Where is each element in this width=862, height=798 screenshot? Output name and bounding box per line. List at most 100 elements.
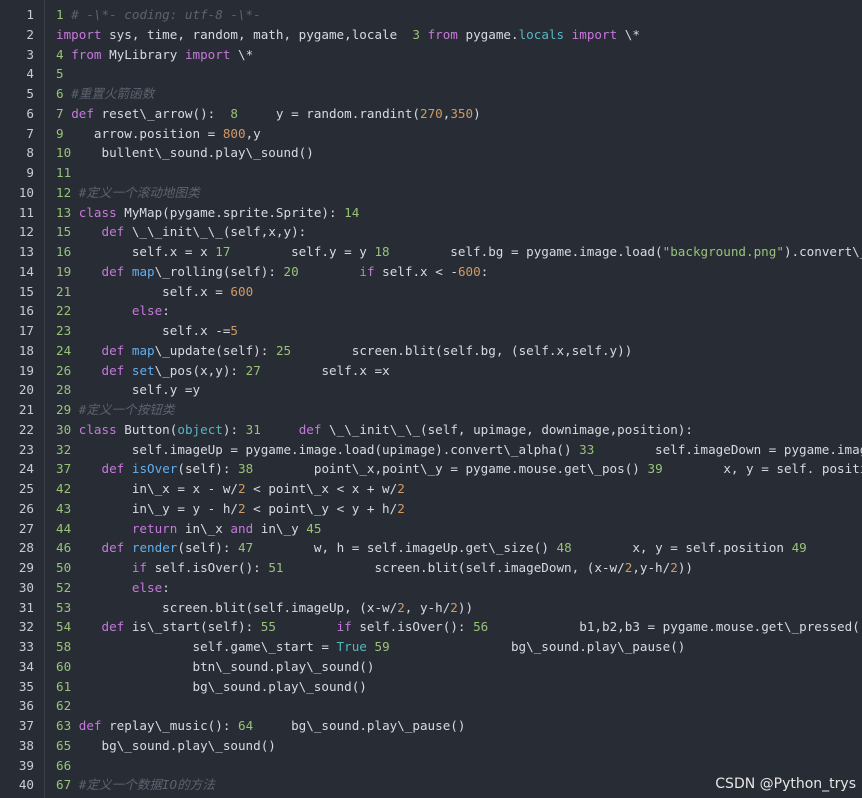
code-line[interactable]: 67 #定义一个数据IO的方法 [56,775,215,795]
code-line[interactable]: 50 if self.isOver(): 51 screen.blit(self… [56,558,693,578]
code-line[interactable]: 1 # -\*- coding: utf-8 -\*- [56,5,261,25]
code-token: map [131,342,155,358]
code-line[interactable]: 44 return in\_x and in\_y 45 [56,519,321,539]
code-token: 64 [238,718,254,733]
code-line[interactable]: import sys, time, random, math, pygame,l… [56,25,640,45]
code-line[interactable]: 42 in\_x = x - w/2 < point\_x < x + w/2 [56,479,405,499]
code-line[interactable]: 65 bg\_sound.play\_sound() [56,736,276,756]
code-editor[interactable]: 1 2 3 4 5 6 7 8 9 10 11 12 13 14 15 16 17 18 19 20 21 22 23 24 2… [0,0,862,798]
code-token: self.isOver(): [351,619,474,635]
code-token: : [480,263,489,279]
code-token: class [78,421,117,437]
code-token: import [56,26,102,42]
code-token: replay\_music(): [101,718,238,733]
code-token: bg\_sound.play\_sound() [71,737,276,753]
code-token: 16 [56,244,72,259]
code-token: 5 [230,323,238,338]
line-number: 11 [18,204,34,220]
code-line[interactable]: 53 screen.blit(self.imageUp, (x-w/2, y-h… [56,598,473,618]
code-token: 48 [556,540,572,556]
code-line[interactable]: 11 [56,163,71,183]
code-line[interactable]: 10 bullent\_sound.play\_sound() [56,143,314,163]
code-line[interactable]: 63 def replay\_music(): 64 bg\_sound.pla… [56,716,465,736]
code-token: \_rolling(self): [154,263,284,279]
code-line[interactable]: 29 #定义一个按钮类 [56,400,175,420]
code-token: 63 [56,718,72,733]
code-line[interactable]: 7 def reset\_arrow(): 8 y = random.randi… [56,104,481,124]
code-line[interactable]: 26 def set\_pos(x,y): 27 self.x =x [56,361,390,381]
code-token: isOver [131,461,178,477]
code-token: ): [222,421,246,437]
code-line[interactable]: 61 bg\_sound.play\_sound() [56,677,367,697]
code-token: else [131,303,163,319]
code-token: reset\_arrow(): [93,105,231,121]
code-line[interactable]: 37 def isOver(self): 38 point\_x,point\_… [56,459,862,479]
code-token: 66 [56,757,72,773]
code-line[interactable]: 28 self.y =y [56,380,200,400]
code-line[interactable]: 43 in\_y = y - h/2 < point\_y < y + h/2 [56,499,405,519]
code-token: bg\_sound.play\_pause() [253,718,466,733]
code-line[interactable]: 21 self.x = 600 [56,282,253,302]
code-token: 15 [56,224,72,240]
code-token: 600 [230,283,254,299]
line-number: 29 [18,560,34,575]
code-line[interactable]: 54 def is\_start(self): 55 if self.isOve… [56,617,862,637]
code-token: set [131,362,155,378]
code-line[interactable]: 62 [56,696,71,716]
code-line[interactable]: 66 [56,756,71,776]
code-token: self.imageUp = pygame.image.load(upimage… [71,441,580,457]
code-line[interactable]: 16 self.x = x 17 self.y = y 18 self.bg =… [56,242,862,262]
code-line[interactable]: 24 def map\_update(self): 25 screen.blit… [56,341,632,361]
code-line[interactable]: 58 self.game\_start = True 59 bg\_sound.… [56,637,685,657]
code-token: in\_y [253,520,307,536]
code-line[interactable]: 9 arrow.position = 800,y [56,124,261,144]
code-token: ,y-h/ [632,560,671,575]
code-token: btn\_sound.play\_sound() [71,658,375,674]
code-line[interactable]: 12 #定义一个滚动地图类 [56,183,200,203]
line-number: 24 [18,461,34,477]
code-line[interactable]: 30 class Button(object): 31 def \_\_init… [56,420,693,440]
line-number: 40 [18,777,34,793]
code-token: 62 [56,698,72,714]
code-token: self.game\_start = [71,639,337,654]
code-area[interactable]: 1 # -\*- coding: utf-8 -\*- import sys, t… [56,0,862,798]
code-token: 19 [56,263,72,279]
line-number: 22 [18,421,34,437]
code-token: return [131,520,178,536]
code-line[interactable]: 32 self.imageUp = pygame.image.load(upim… [56,440,862,460]
line-number: 14 [18,263,34,279]
code-token: 10 [56,145,72,161]
line-number: 26 [18,500,34,516]
code-token: bullent\_sound.play\_sound() [71,145,314,161]
code-line[interactable]: 4 from MyLibrary import \* [56,45,253,65]
code-line[interactable]: 60 btn\_sound.play\_sound() [56,657,374,677]
code-line[interactable]: 22 else: [56,301,170,321]
code-token: 47 [238,540,254,556]
code-token: 54 [56,619,72,635]
code-line[interactable]: 5 [56,64,64,84]
gutter-separator [44,0,45,798]
code-line[interactable]: 46 def render(self): 47 w, h = self.imag… [56,538,807,558]
line-number: 38 [18,737,34,753]
code-token: if [336,619,352,635]
code-token: 45 [306,520,322,536]
code-line[interactable]: 6 #重置火箭函数 [56,84,154,104]
code-token: \_\_init\_\_(self, upimage, downimage,po… [321,421,693,437]
code-token: (self): [177,461,239,477]
line-number: 1 [26,7,34,22]
line-number: 4 [26,66,34,82]
code-token: def [101,619,125,635]
code-line[interactable]: 13 class MyMap(pygame.sprite.Sprite): 14 [56,203,359,223]
code-line[interactable]: 52 else: [56,578,170,598]
code-token: \* [230,46,254,62]
code-token: 59 [374,639,390,654]
code-line[interactable]: 15 def \_\_init\_\_(self,x,y): [56,222,306,242]
code-token: class [78,204,117,220]
code-line[interactable]: 23 self.x -=5 [56,321,238,341]
code-line[interactable]: 19 def map\_rolling(self): 20 if self.x … [56,262,488,282]
